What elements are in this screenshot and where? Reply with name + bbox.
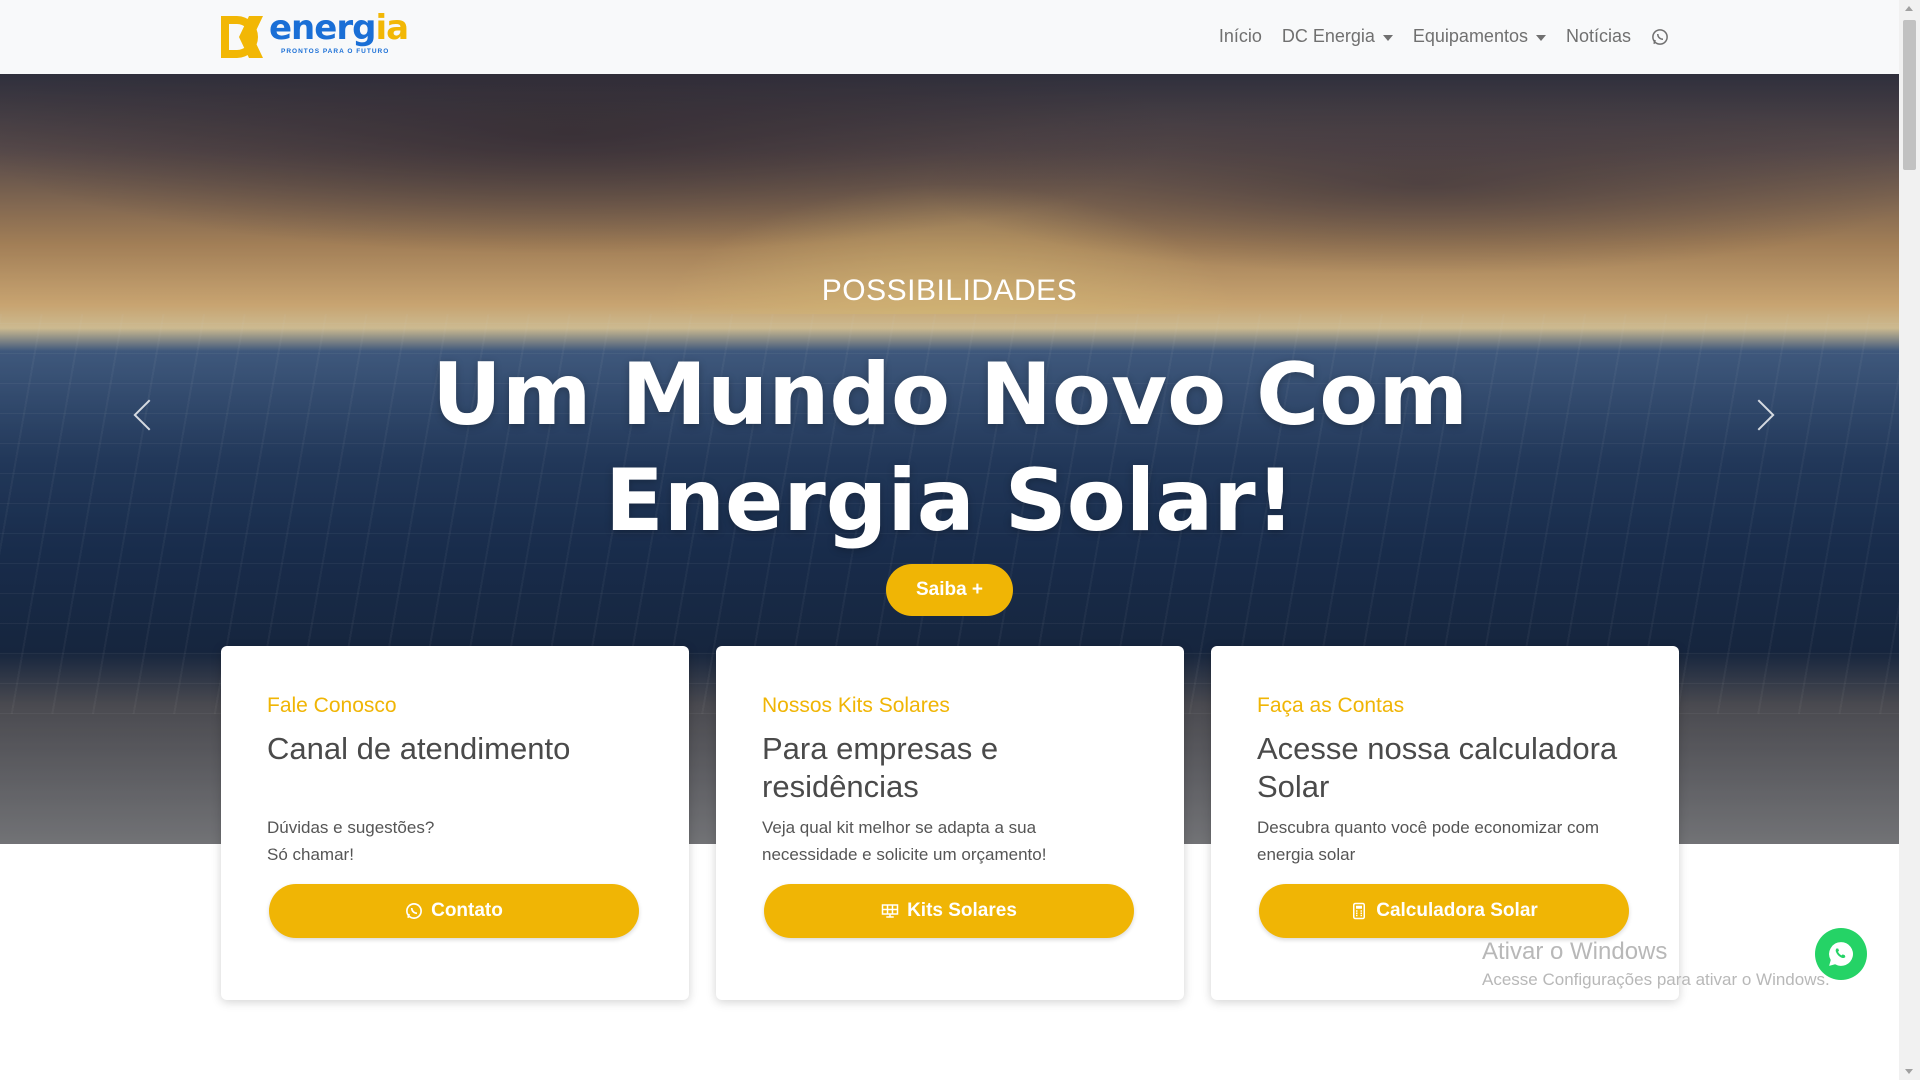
calculadora-solar-button[interactable]: Calculadora Solar [1259,884,1629,938]
card-description: Dúvidas e sugestões? Só chamar! [267,818,435,864]
main-nav: Início DC Energia Equipamentos Notícias [1219,26,1669,47]
card-description: Descubra quanto você pode economizar com… [1257,818,1600,864]
hero-eyebrow: POSSIBILIDADES [821,274,1078,307]
contato-button[interactable]: Contato [269,884,639,938]
calculator-icon [1353,902,1366,920]
logo-tagline: PRONTOS PARA O FUTURO [281,48,390,55]
whatsapp-float-button[interactable] [1815,928,1867,980]
card-tag: Nossos Kits Solares [762,694,950,717]
nav-equipamentos[interactable]: Equipamentos [1413,26,1546,47]
windows-activation-title: Ativar o Windows [1482,938,1668,965]
scroll-up-icon[interactable] [1905,6,1913,11]
hero-headline: Um Mundo Novo Com Energia Solar! [432,345,1468,551]
saiba-mais-button[interactable]: Saiba + [886,564,1013,616]
nav-inicio[interactable]: Início [1219,26,1262,47]
nav-dc-energia[interactable]: DC Energia [1282,26,1393,47]
kits-solares-button[interactable]: Kits Solares [764,884,1134,938]
nav-whatsapp[interactable] [1651,28,1669,46]
scroll-down-icon[interactable] [1905,1069,1913,1074]
page-scrollbar[interactable] [1899,0,1920,1080]
card-tag: Faça as Contas [1257,694,1405,717]
logo-wordmark: energia [269,8,409,48]
card-title: Para empresas e residências [762,731,999,804]
logo[interactable]: energia PRONTOS PARA O FUTURO [219,8,409,60]
card-tag: Fale Conosco [267,694,397,717]
card-kits-solares: Nossos Kits Solares Para empresas e resi… [716,646,1184,1000]
scrollbar-thumb[interactable] [1903,20,1916,170]
caret-down-icon [1382,34,1393,41]
solar-panel-icon [881,904,899,918]
nav-noticias[interactable]: Notícias [1566,26,1631,47]
card-title: Canal de atendimento [267,731,571,766]
whatsapp-icon [406,903,423,919]
caret-down-icon [1535,34,1546,41]
whatsapp-icon [1829,942,1853,966]
navbar: energia PRONTOS PARA O FUTURO Início DC … [0,0,1899,74]
card-fale-conosco: Fale Conosco Canal de atendimento Dúvida… [221,646,689,1000]
page: energia PRONTOS PARA O FUTURO Início DC … [0,0,1920,1080]
card-description: Veja qual kit melhor se adapta a sua nece… [762,818,1047,864]
card-title: Acesse nossa calculadora Solar [1257,731,1618,804]
whatsapp-icon [1652,28,1668,45]
windows-activation-subtitle: Acesse Configurações para ativar o Windo… [1482,970,1830,989]
